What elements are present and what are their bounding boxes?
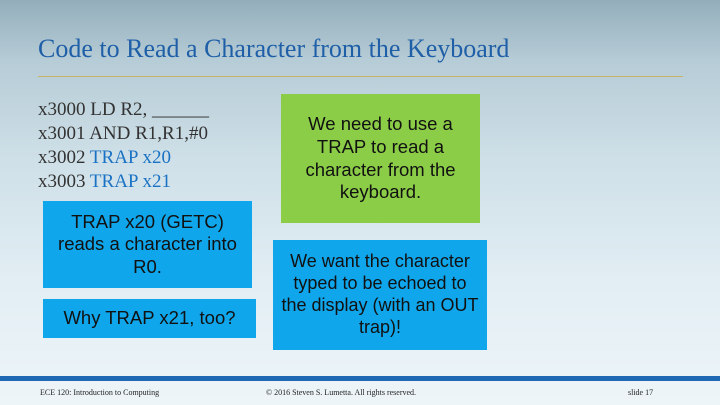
title-divider <box>38 76 683 77</box>
code-instruction-trap: TRAP x21 <box>89 171 172 192</box>
callout-why-trap-x21: Why TRAP x21, too? <box>43 299 256 338</box>
callout-need-trap: We need to use a TRAP to read a characte… <box>281 94 480 223</box>
code-line: x3001 AND R1,R1,#0 <box>38 122 209 146</box>
code-line: x3002 TRAP x20 <box>38 146 209 170</box>
slide-title: Code to Read a Character from the Keyboa… <box>38 34 510 63</box>
footer-copyright: © 2016 Steven S. Lumetta. All rights res… <box>266 388 417 397</box>
code-instruction: AND R1,R1,#0 <box>89 123 208 144</box>
code-address: x3001 <box>38 123 86 144</box>
footer-slide-number: slide 17 <box>628 388 654 397</box>
footer-course: ECE 120: Introduction to Computing <box>40 388 160 397</box>
code-address: x3000 <box>38 99 86 120</box>
code-line: x3003 TRAP x21 <box>38 170 209 194</box>
callout-getc: TRAP x20 (GETC) reads a character into R… <box>43 201 252 288</box>
code-address: x3002 <box>38 147 86 168</box>
code-listing: x3000 LD R2, ______ x3001 AND R1,R1,#0 x… <box>38 98 209 194</box>
code-instruction: LD R2, ______ <box>90 99 209 120</box>
code-address: x3003 <box>38 171 86 192</box>
code-instruction-trap: TRAP x20 <box>89 147 172 168</box>
code-line: x3000 LD R2, ______ <box>38 98 209 122</box>
slide: Code to Read a Character from the Keyboa… <box>0 0 720 405</box>
callout-echo: We want the character typed to be echoed… <box>273 240 487 350</box>
footer-bar <box>0 376 720 381</box>
